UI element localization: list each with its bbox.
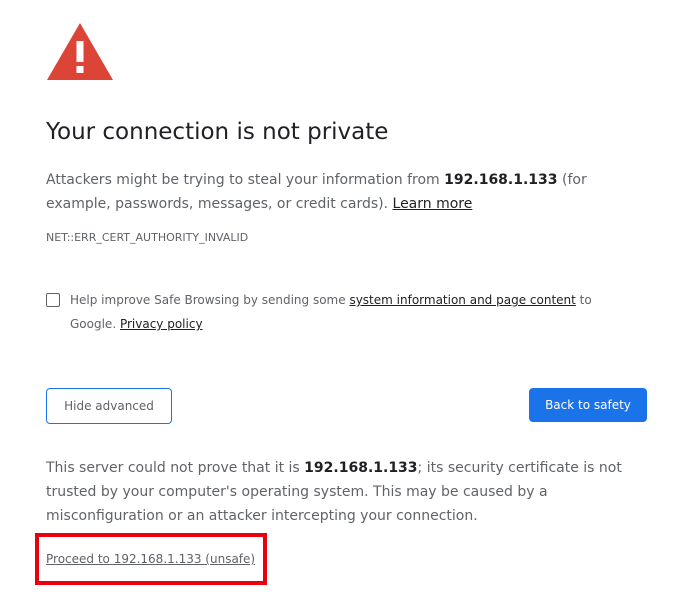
advanced-details-text: This server could not prove that it is 1… bbox=[46, 460, 622, 524]
system-information-link[interactable]: system information and page content bbox=[349, 293, 575, 307]
proceed-unsafe-link[interactable]: Proceed to 192.168.1.133 (unsafe) bbox=[46, 552, 255, 566]
warning-triangle-icon bbox=[47, 23, 113, 80]
learn-more-link[interactable]: Learn more bbox=[393, 196, 473, 212]
privacy-policy-link[interactable]: Privacy policy bbox=[120, 317, 203, 331]
error-code: NET::ERR_CERT_AUTHORITY_INVALID bbox=[46, 231, 249, 244]
safe-browsing-label: Help improve Safe Browsing by sending so… bbox=[70, 293, 592, 331]
host-name: 192.168.1.133 bbox=[444, 172, 558, 188]
hide-advanced-button[interactable]: Hide advanced bbox=[46, 388, 172, 424]
details-host-name: 192.168.1.133 bbox=[304, 460, 418, 476]
back-to-safety-button[interactable]: Back to safety bbox=[529, 388, 647, 422]
interstitial-page: Your connection is not private Attackers… bbox=[0, 0, 679, 604]
safe-browsing-opt-in: Help improve Safe Browsing by sending so… bbox=[46, 290, 636, 336]
safe-browsing-checkbox[interactable] bbox=[46, 293, 60, 307]
intro-text: Attackers might be trying to steal your … bbox=[46, 172, 587, 212]
page-title: Your connection is not private bbox=[46, 119, 389, 145]
